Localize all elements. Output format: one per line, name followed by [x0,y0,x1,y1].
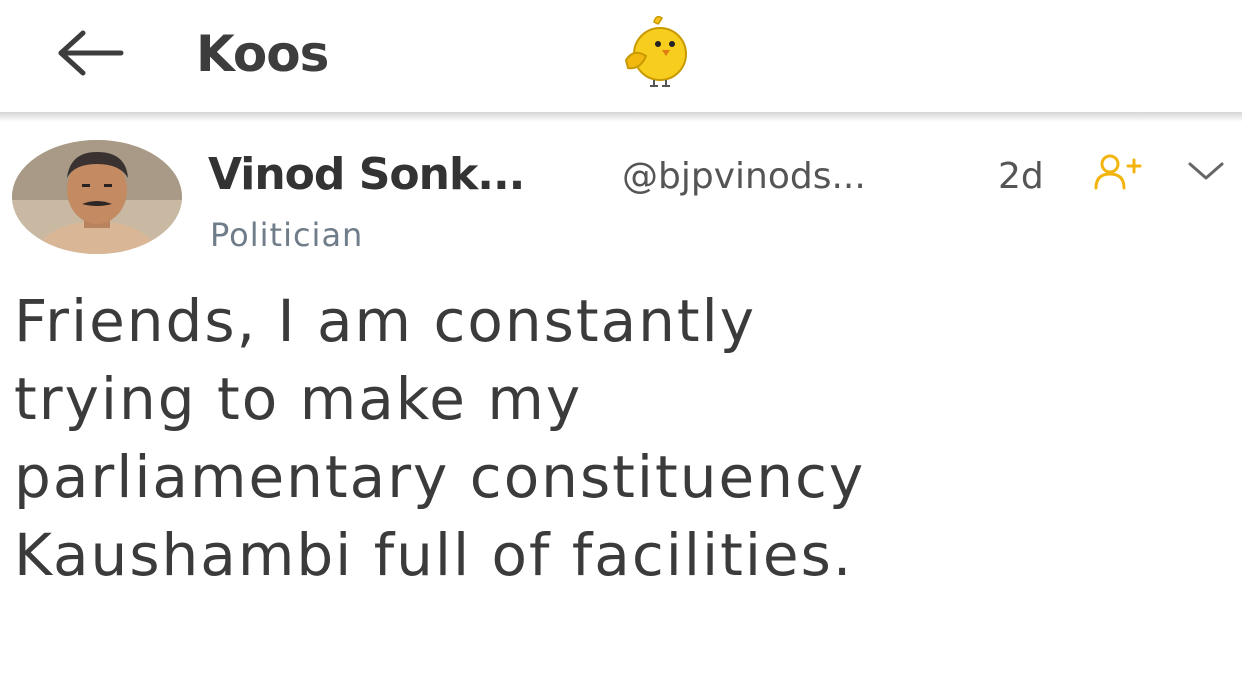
back-button[interactable] [52,26,128,80]
author-handle[interactable]: @bjpvinods... [622,152,866,202]
author-title: Politician [210,216,364,254]
follow-button[interactable] [1090,150,1146,194]
more-options-button[interactable] [1182,152,1230,192]
add-user-icon [1094,154,1142,190]
post-text: Friends, I am constantly trying to make … [14,282,1234,594]
arrow-left-icon [58,30,124,76]
koo-bird-logo-icon[interactable] [618,12,698,88]
post-text-line: Kaushambi full of facilities. [14,521,854,589]
profile-photo-icon [12,140,182,254]
post-text-line: Friends, I am constantly [14,287,757,355]
author-name[interactable]: Vinod Sonk... [208,146,525,204]
page-title: Koos [196,25,329,83]
app-header: Koos [0,0,1242,112]
post-text-line: trying to make my [14,365,583,433]
header-divider [0,112,1242,122]
chevron-down-icon [1188,162,1224,180]
avatar[interactable] [12,140,182,254]
post-timestamp: 2d [998,156,1044,197]
post-text-line: parliamentary constituency [14,443,866,511]
